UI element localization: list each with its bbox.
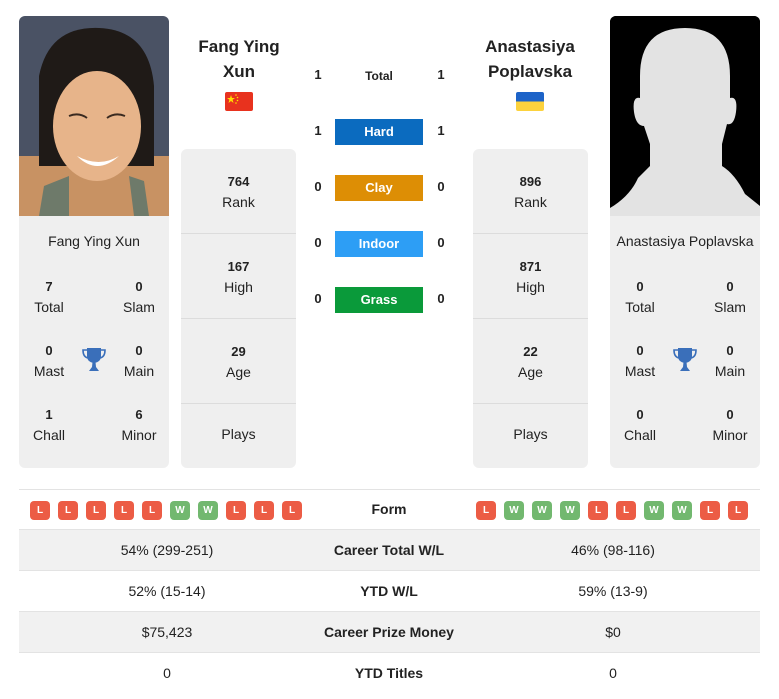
- player-right-photo: [610, 16, 760, 216]
- form-row: LLLLLWWLLL Form LWWWLLWWLL: [19, 489, 760, 530]
- titles-chall: 0 Chall: [624, 407, 656, 443]
- stat-plays: Plays: [221, 426, 256, 442]
- h2h-right-count: 1: [437, 123, 445, 138]
- comparison-left-value: 54% (299-251): [120, 542, 214, 558]
- form-badge-loss[interactable]: L: [476, 501, 496, 520]
- titles-total: 0 Total: [625, 279, 655, 315]
- form-label: Form: [371, 501, 407, 517]
- china-flag-icon: [225, 92, 253, 111]
- form-badge-win[interactable]: W: [532, 501, 552, 520]
- player-right-stats: 896 Rank 871 High 22 Age Plays: [473, 149, 588, 468]
- player-left-titles-card: Fang Ying Xun 7 Total 0 Slam 0 Mast 0 Main 1…: [19, 216, 169, 468]
- form-badge-win[interactable]: W: [644, 501, 664, 520]
- comparison-right-value: 46% (98-116): [571, 542, 655, 558]
- stat-plays: Plays: [513, 426, 548, 442]
- titles-minor: 6 Minor: [121, 407, 157, 443]
- player-right-name-link[interactable]: Anastasiya Poplavska: [455, 34, 605, 84]
- titles-main: 0 Main: [123, 343, 155, 379]
- comparison-label: YTD W/L: [360, 583, 418, 599]
- stat-high: 167 High: [181, 234, 296, 319]
- stat-high: 871 High: [473, 234, 588, 319]
- surface-indoor-button[interactable]: Indoor: [335, 231, 423, 257]
- form-badge-win[interactable]: W: [198, 501, 218, 520]
- comparison-right-value: $0: [605, 624, 621, 640]
- h2h-grass-row: 0 Grass 0: [305, 287, 455, 313]
- surface-hard-button[interactable]: Hard: [335, 119, 423, 145]
- ukraine-flag-icon: [516, 92, 544, 111]
- player-right-titles-card: Anastasiya Poplavska 0 Total 0 Slam 0 Mast …: [610, 216, 760, 468]
- form-badge-loss[interactable]: L: [30, 501, 50, 520]
- form-badge-loss[interactable]: L: [282, 501, 302, 520]
- comparison-label: Career Prize Money: [324, 624, 454, 640]
- stat-rank: 896 Rank: [473, 149, 588, 234]
- form-badge-win[interactable]: W: [672, 501, 692, 520]
- surface-grass-button[interactable]: Grass: [335, 287, 423, 313]
- stat-age: 22 Age: [473, 319, 588, 404]
- h2h-right-count: 0: [437, 291, 445, 306]
- form-badge-win[interactable]: W: [170, 501, 190, 520]
- titles-total: 7 Total: [34, 279, 64, 315]
- titles-mast: 0 Mast: [33, 343, 65, 379]
- titles-minor: 0 Minor: [712, 407, 748, 443]
- stat-age: 29 Age: [181, 319, 296, 404]
- player-right-form: LWWWLLWWLL: [476, 501, 748, 520]
- comparison-left-value: 0: [163, 665, 171, 681]
- comparison-left-value: $75,423: [141, 624, 193, 640]
- form-badge-loss[interactable]: L: [588, 501, 608, 520]
- comparison-right-value: 59% (13-9): [578, 583, 648, 599]
- form-badge-loss[interactable]: L: [226, 501, 246, 520]
- stat-rank: 764 Rank: [181, 149, 296, 234]
- titles-chall: 1 Chall: [33, 407, 65, 443]
- player-left-full-name: Fang Ying Xun: [48, 233, 140, 249]
- form-badge-loss[interactable]: L: [254, 501, 274, 520]
- form-badge-win[interactable]: W: [504, 501, 524, 520]
- titles-slam: 0 Slam: [123, 279, 155, 315]
- titles-slam: 0 Slam: [714, 279, 746, 315]
- h2h-left-count: 1: [314, 67, 322, 82]
- h2h-hard-row: 1 Hard 1: [305, 119, 455, 145]
- form-badge-loss[interactable]: L: [58, 501, 78, 520]
- player-left-name-link[interactable]: Fang Ying Xun: [164, 34, 314, 84]
- player-photo-image: [19, 16, 169, 216]
- comparison-right-value: 0: [609, 665, 617, 681]
- silhouette-placeholder-icon: [610, 16, 760, 216]
- form-badge-loss[interactable]: L: [86, 501, 106, 520]
- comparison-row: 52% (15-14) YTD W/L 59% (13-9): [19, 571, 760, 612]
- comparison-row: 54% (299-251) Career Total W/L 46% (98-1…: [19, 530, 760, 571]
- trophy-icon: [673, 348, 697, 371]
- form-badge-loss[interactable]: L: [700, 501, 720, 520]
- form-badge-loss[interactable]: L: [142, 501, 162, 520]
- surface-clay-button[interactable]: Clay: [335, 175, 423, 201]
- player-left-form: LLLLLWWLLL: [30, 501, 302, 520]
- comparison-row: 0 YTD Titles 0: [19, 653, 760, 694]
- titles-mast: 0 Mast: [624, 343, 656, 379]
- comparison-label: YTD Titles: [354, 665, 424, 681]
- trophy-icon: [82, 348, 106, 371]
- player-left-photo: [19, 16, 169, 216]
- h2h-left-count: 0: [314, 235, 322, 250]
- h2h-clay-row: 0 Clay 0: [305, 175, 455, 201]
- form-badge-win[interactable]: W: [560, 501, 580, 520]
- h2h-total-row: 1 Total 1: [305, 63, 455, 89]
- player-right-full-name: Anastasiya Poplavska: [616, 233, 754, 249]
- h2h-left-count: 0: [314, 179, 322, 194]
- comparison-left-value: 52% (15-14): [128, 583, 206, 599]
- player-left-stats: 764 Rank 167 High 29 Age Plays: [181, 149, 296, 468]
- comparison-label: Career Total W/L: [333, 542, 445, 558]
- form-badge-loss[interactable]: L: [616, 501, 636, 520]
- h2h-right-count: 1: [437, 67, 445, 82]
- form-badge-loss[interactable]: L: [114, 501, 134, 520]
- comparison-row: $75,423 Career Prize Money $0: [19, 612, 760, 653]
- h2h-total-label: Total: [365, 69, 393, 83]
- h2h-left-count: 1: [314, 123, 322, 138]
- h2h-indoor-row: 0 Indoor 0: [305, 231, 455, 257]
- h2h-left-count: 0: [314, 291, 322, 306]
- h2h-right-count: 0: [437, 235, 445, 250]
- titles-main: 0 Main: [714, 343, 746, 379]
- form-badge-loss[interactable]: L: [728, 501, 748, 520]
- h2h-right-count: 0: [437, 179, 445, 194]
